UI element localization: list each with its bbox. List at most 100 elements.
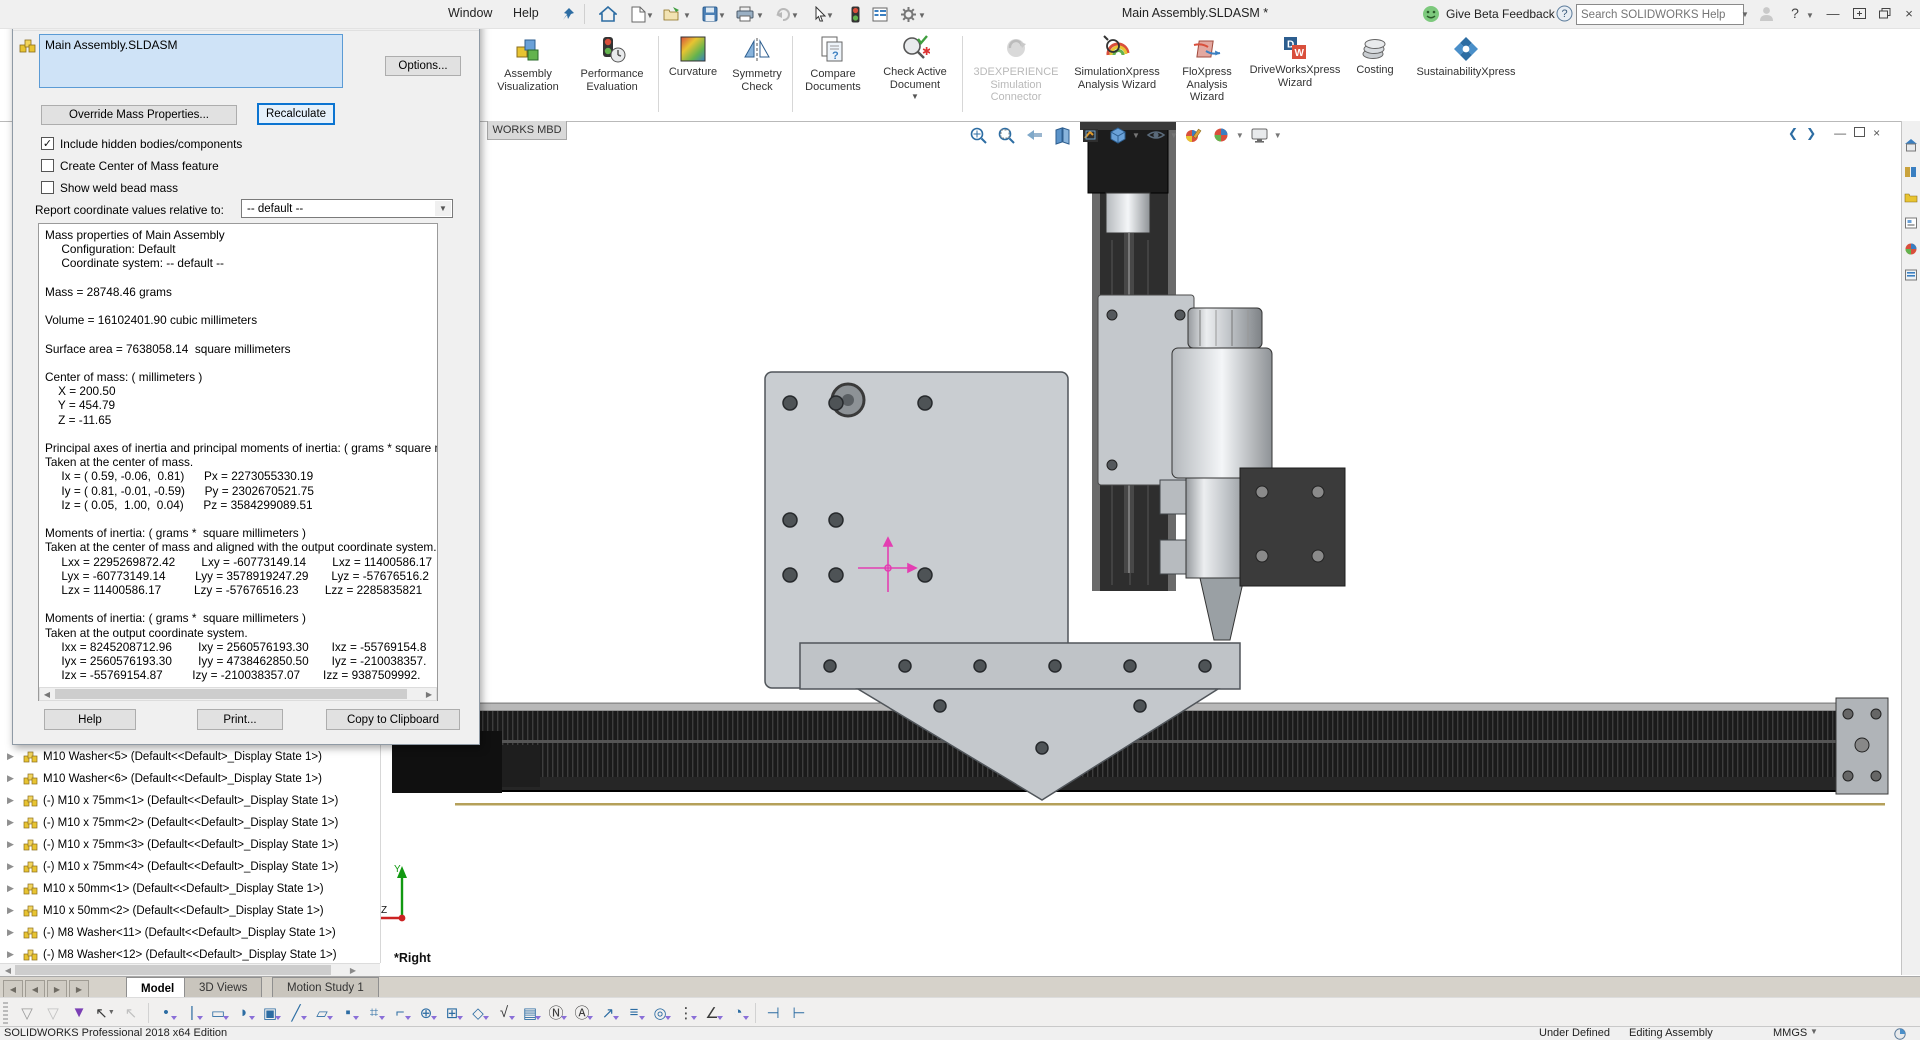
scroll-left-arrow[interactable]: ◀ [1,964,15,976]
tree-item[interactable]: ▶M10 x 50mm<2> (Default<<Default>_Displa… [0,900,380,921]
target-document-field[interactable]: Main Assembly.SLDASM [39,34,343,88]
tab-next-button[interactable]: ▶ [47,980,67,998]
design-library-icon[interactable] [1902,161,1920,181]
ribbon-simulationxpress[interactable]: SimulationXpress Analysis Wizard [1066,32,1168,116]
ribbon-costing[interactable]: Costing [1346,32,1404,116]
results-scroll-right[interactable]: ▶ [422,688,436,700]
sketch-spline-icon[interactable]: ◗ [231,1001,257,1025]
sketch-point-icon[interactable]: • [153,1001,179,1025]
filters-stack-icon[interactable]: ▼ [66,1001,92,1025]
ribbon-assembly-visualization[interactable]: Assembly Visualization [488,32,568,116]
ribbon-driveworksxpress[interactable]: DW DriveWorksXpress Wizard [1246,32,1344,116]
coordinate-system-select[interactable]: -- default --▼ [241,199,453,218]
tree-item[interactable]: ▶M10 Washer<5> (Default<<Default>_Displa… [0,746,380,767]
leader-icon[interactable]: ↗ [595,1001,621,1025]
view-orientation-icon[interactable] [1078,124,1102,146]
stoplight-icon[interactable] [843,3,867,25]
menu-window[interactable]: Window [448,6,492,20]
home-icon[interactable] [596,3,620,25]
include-hidden-checkbox[interactable]: ✓ [41,137,54,150]
note-n-icon[interactable]: Ⓝ [543,1001,569,1025]
beta-feedback[interactable]: Give Beta Feedback [1422,5,1555,23]
note-a-icon[interactable]: Ⓐ [569,1001,595,1025]
tree-item[interactable]: ▶M10 x 50mm<1> (Default<<Default>_Displa… [0,878,380,899]
view-palette-icon[interactable] [1902,213,1920,233]
status-icon[interactable] [1894,1028,1906,1040]
mass-properties-results[interactable]: Mass properties of Main Assembly Configu… [38,223,438,701]
sketch-line-icon[interactable]: ╱ [283,1001,309,1025]
section-view-icon[interactable] [1050,124,1074,146]
ribbon-curvature[interactable]: Curvature [662,32,724,116]
open-icon[interactable] [660,3,684,25]
tree-item[interactable]: ▶(-) M8 Washer<12> (Default<<Default>_Di… [0,944,380,963]
search-input[interactable] [1577,9,1739,21]
view-settings-icon[interactable] [1248,124,1272,146]
hide-show-items-icon[interactable] [1144,124,1168,146]
user-icon[interactable] [1758,5,1775,27]
sketch-box-icon[interactable]: ▣ [257,1001,283,1025]
tree-item[interactable]: ▶(-) M10 x 75mm<3> (Default<<Default>_Di… [0,834,380,855]
filter-funnel-alt-icon[interactable]: ▽ [40,1001,66,1025]
previous-view-icon[interactable] [1022,124,1046,146]
check-active-dropdown[interactable]: ▼ [911,92,919,101]
doc-minimize-button[interactable]: — [1834,126,1846,140]
tab-scroll-right-icon[interactable]: ❯ [1806,126,1816,140]
unit-dropdown[interactable]: ▼ [1810,1027,1818,1036]
centerline-icon[interactable]: ⊕ [413,1001,439,1025]
recalculate-button[interactable]: Recalculate [257,103,335,125]
sketch-plane-icon[interactable]: ▱ [309,1001,335,1025]
restore-button[interactable] [1874,4,1896,22]
sketch-grid-icon[interactable]: ⌗ [361,1001,387,1025]
override-mass-properties-button[interactable]: Override Mass Properties... [41,105,237,125]
results-scroll-thumb[interactable] [55,689,407,699]
collapse-ribbon-button[interactable] [1848,4,1870,22]
tree-item[interactable]: ▶M10 Washer<6> (Default<<Default>_Displa… [0,768,380,789]
doc-close-button[interactable]: × [1873,126,1880,140]
apply-scene-dropdown[interactable]: ▼ [1236,131,1244,140]
create-com-checkbox[interactable] [41,159,54,172]
commandmanager-tab-solidworks-mbd[interactable]: WORKS MBD [487,121,567,140]
help-dropdown[interactable]: ▼ [1806,11,1814,20]
zoom-to-area-icon[interactable] [994,124,1018,146]
appearances-scenes-icon[interactable] [1902,239,1920,259]
copy-to-clipboard-button[interactable]: Copy to Clipboard [326,709,460,730]
spell-check-icon[interactable]: √ [491,1001,517,1025]
tree-item[interactable]: ▶(-) M10 x 75mm<1> (Default<<Default>_Di… [0,790,380,811]
pin-icon[interactable] [556,3,580,25]
tree-item[interactable]: ▶(-) M10 x 75mm<2> (Default<<Default>_Di… [0,812,380,833]
tab-last-button[interactable]: ▶ [69,980,89,998]
eraser-icon[interactable]: ◇ [465,1001,491,1025]
undo-dropdown[interactable]: ▼ [791,11,799,20]
ribbon-sustainabilityxpress[interactable]: SustainabilityXpress [1406,32,1526,116]
tab-motion-study-1[interactable]: Motion Study 1 [272,977,379,998]
hide-show-dropdown[interactable]: ▼ [1170,131,1178,140]
ribbon-performance-evaluation[interactable]: Performance Evaluation [570,32,654,116]
sketch-point-small-icon[interactable]: ▪ [335,1001,361,1025]
save-dropdown[interactable]: ▼ [718,11,726,20]
ribbon-symmetry-check[interactable]: Symmetry Check [724,32,790,116]
tab-first-button[interactable]: ◀ [3,980,23,998]
tab-prev-button[interactable]: ◀ [25,980,45,998]
ribbon-floxpress[interactable]: FloXpress Analysis Wizard [1170,32,1244,116]
help-search-box[interactable]: ▼ [1576,4,1744,25]
pie-tolerance-icon[interactable]: ◔ [725,1001,751,1025]
results-scroll-left[interactable]: ◀ [40,688,54,700]
tab-model[interactable]: Model [126,977,189,999]
doc-restore-button[interactable] [1854,126,1865,140]
solidworks-resources-icon[interactable] [1902,135,1920,155]
sketch-path-icon[interactable]: ⌐ [387,1001,413,1025]
print-dropdown[interactable]: ▼ [756,11,764,20]
offset-entities-icon[interactable]: ⊞ [439,1001,465,1025]
tab-scroll-left-icon[interactable]: ❮ [1788,126,1798,140]
status-unit-system[interactable]: MMGS [1773,1027,1807,1039]
zoom-to-fit-icon[interactable] [966,124,990,146]
ribbon-check-active-document[interactable]: ✱ Check Active Document ▼ [872,32,958,116]
properties-icon[interactable] [868,3,892,25]
help-menu-button[interactable]: ? [1784,4,1806,22]
options-gear-icon[interactable] [896,3,920,25]
open-dropdown[interactable]: ▼ [683,11,691,20]
edit-appearance-icon[interactable] [1182,124,1206,146]
tree-horizontal-scrollbar[interactable]: ◀ ▶ [0,963,380,977]
scroll-thumb[interactable] [15,965,331,975]
stacked-balloon-icon[interactable]: ⋮ [673,1001,699,1025]
